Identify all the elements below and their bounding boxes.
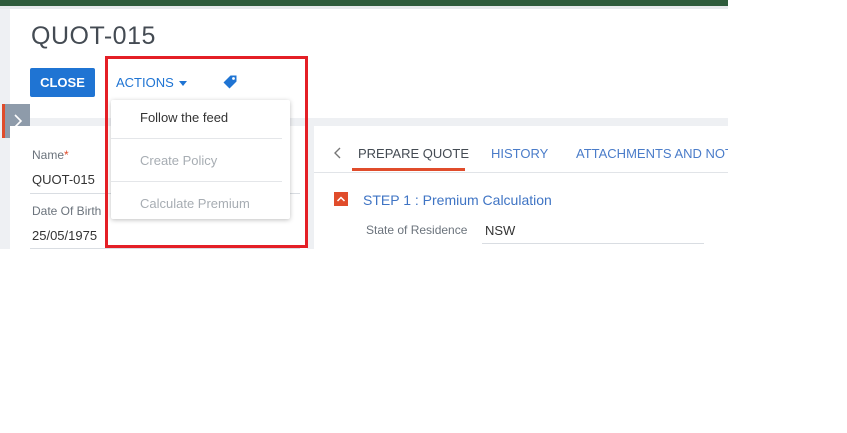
app-viewport: QUOT-015 CLOSE ACTIONS Name* QUOT-015 Da… xyxy=(0,0,728,249)
name-field-value[interactable]: QUOT-015 xyxy=(32,172,95,187)
chevron-left-icon[interactable] xyxy=(332,146,344,160)
tab-attachments[interactable]: ATTACHMENTS AND NOT xyxy=(576,146,728,161)
chevron-up-icon xyxy=(336,196,346,202)
step-title[interactable]: STEP 1 : Premium Calculation xyxy=(363,192,552,208)
dob-field-underline xyxy=(30,248,300,249)
name-label-text: Name xyxy=(32,148,65,162)
active-tab-indicator xyxy=(352,168,465,171)
state-field-value[interactable]: NSW xyxy=(485,223,515,238)
step-collapse-button[interactable] xyxy=(334,192,348,206)
close-button[interactable]: CLOSE xyxy=(30,68,95,97)
tab-history[interactable]: HISTORY xyxy=(491,146,548,161)
required-mark: * xyxy=(64,148,69,162)
highlight-annotation-box xyxy=(105,56,308,248)
dob-field-value[interactable]: 25/05/1975 xyxy=(32,228,97,243)
state-field-underline xyxy=(482,243,704,244)
tab-prepare-quote[interactable]: PREPARE QUOTE xyxy=(358,146,469,161)
name-field-label: Name* xyxy=(32,148,69,162)
panel-gap xyxy=(307,126,314,249)
state-field-label: State of Residence xyxy=(366,223,468,237)
page-title: QUOT-015 xyxy=(31,22,156,50)
dob-field-label: Date Of Birth xyxy=(32,204,102,218)
tab-bar: PREPARE QUOTE HISTORY ATTACHMENTS AND NO… xyxy=(314,130,728,173)
